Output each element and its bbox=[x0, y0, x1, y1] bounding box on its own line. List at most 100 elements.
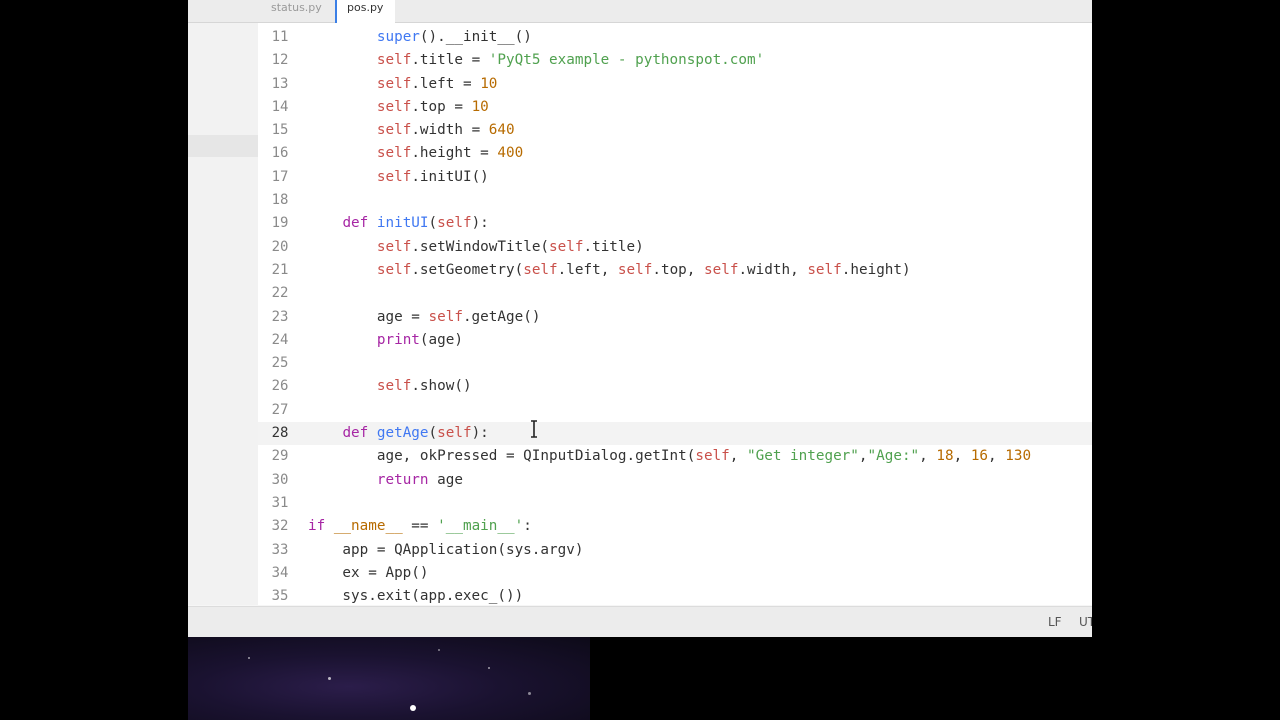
code-token: , bbox=[953, 448, 971, 465]
code-line[interactable]: 12 self.title = 'PyQt5 example - pythons… bbox=[258, 49, 1092, 72]
line-number: 12 bbox=[271, 52, 289, 69]
code-token: .width = bbox=[411, 122, 489, 139]
code-text: self.left = 10 bbox=[308, 73, 498, 96]
code-line[interactable]: 33 app = QApplication(sys.argv) bbox=[258, 539, 1092, 562]
code-token: .setGeometry( bbox=[411, 261, 524, 278]
code-token: ( bbox=[428, 215, 438, 232]
code-line[interactable]: 30 return age bbox=[258, 469, 1092, 492]
code-line[interactable]: 31 bbox=[258, 492, 1092, 515]
line-number: 20 bbox=[271, 238, 289, 255]
code-editor[interactable]: 11 super().__init__() 12 self.title = 'Py… bbox=[258, 23, 1092, 605]
code-token: 640 bbox=[488, 122, 515, 139]
line-number: 11 bbox=[271, 29, 289, 45]
code-line[interactable]: 16 self.height = 400 bbox=[258, 142, 1092, 165]
code-token: def bbox=[342, 215, 369, 232]
code-token: .left = bbox=[411, 75, 481, 92]
code-line[interactable]: 22 bbox=[258, 282, 1092, 305]
line-number: 26 bbox=[271, 378, 289, 395]
code-line[interactable]: 15 self.width = 640 bbox=[258, 119, 1092, 142]
code-line[interactable]: 25 bbox=[258, 352, 1092, 375]
code-line[interactable]: 17 self.initUI() bbox=[258, 166, 1092, 189]
line-number: 25 bbox=[271, 355, 289, 372]
code-token: self bbox=[376, 52, 412, 69]
code-token: (age) bbox=[419, 331, 463, 348]
code-token: .height) bbox=[841, 261, 911, 278]
tab-bar: status.py pos.py bbox=[188, 0, 1092, 23]
code-text: self.top = 10 bbox=[308, 96, 489, 119]
wallpaper-light bbox=[410, 705, 416, 711]
tree-view-panel[interactable] bbox=[188, 23, 258, 605]
line-number: 21 bbox=[271, 261, 289, 278]
code-line[interactable]: 21 self.setGeometry(self.left, self.top,… bbox=[258, 259, 1092, 282]
encoding-indicator[interactable]: UTF-8 bbox=[1079, 615, 1092, 629]
code-token: self bbox=[437, 215, 472, 232]
code-token: "Get integer" bbox=[747, 448, 859, 465]
line-number: 24 bbox=[271, 331, 289, 348]
code-token: , bbox=[729, 448, 747, 465]
code-token: : bbox=[523, 518, 532, 535]
code-token: self bbox=[376, 238, 412, 255]
line-number: 27 bbox=[271, 401, 289, 418]
line-number: 28 bbox=[271, 425, 289, 442]
code-token: ): bbox=[471, 425, 489, 442]
code-line[interactable]: 20 self.setWindowTitle(self.title) bbox=[258, 236, 1092, 259]
code-text: age, okPressed = QInputDialog.getInt(sel… bbox=[308, 445, 1031, 468]
code-lines: 11 super().__init__() 12 self.title = 'Py… bbox=[258, 26, 1092, 605]
code-line[interactable]: 32 if __name__ == '__main__': bbox=[258, 515, 1092, 538]
line-ending-indicator[interactable]: LF bbox=[1048, 615, 1062, 629]
code-text: self.title = 'PyQt5 example - pythonspot… bbox=[308, 49, 764, 72]
line-number: 23 bbox=[271, 308, 289, 325]
code-token: , bbox=[919, 448, 937, 465]
code-token: == bbox=[402, 518, 438, 535]
code-token: self bbox=[376, 168, 412, 185]
code-text: if __name__ == '__main__': bbox=[308, 515, 532, 538]
code-token: self bbox=[376, 75, 412, 92]
code-line[interactable]: 35 sys.exit(app.exec_()) bbox=[258, 585, 1092, 605]
code-token: .show() bbox=[411, 378, 472, 395]
code-token: self bbox=[376, 261, 412, 278]
code-line[interactable]: 13 self.left = 10 bbox=[258, 73, 1092, 96]
code-text: self.setGeometry(self.left, self.top, se… bbox=[308, 259, 911, 282]
code-line[interactable]: 29 age, okPressed = QInputDialog.getInt(… bbox=[258, 445, 1092, 468]
code-token: return bbox=[376, 471, 429, 488]
code-token: self bbox=[437, 425, 472, 442]
code-token: "Age:" bbox=[867, 448, 920, 465]
wallpaper-light bbox=[488, 667, 490, 669]
line-number: 30 bbox=[271, 471, 289, 488]
code-line[interactable]: 27 bbox=[258, 399, 1092, 422]
tree-view-selected-item[interactable] bbox=[188, 135, 258, 157]
line-number: 18 bbox=[271, 192, 289, 209]
code-text: sys.exit(app.exec_()) bbox=[308, 585, 523, 605]
code-token: .left, bbox=[557, 261, 618, 278]
code-line[interactable]: 28 def getAge(self): bbox=[258, 422, 1092, 446]
tab-pos-py[interactable]: pos.py bbox=[335, 0, 395, 23]
code-line[interactable]: 34 ex = App() bbox=[258, 562, 1092, 585]
code-token: self bbox=[376, 378, 412, 395]
code-token: , bbox=[988, 448, 1006, 465]
code-text: self.initUI() bbox=[308, 166, 489, 189]
code-line[interactable]: 24 print(age) bbox=[258, 329, 1092, 352]
line-number: 32 bbox=[271, 518, 289, 535]
code-token: ): bbox=[471, 215, 489, 232]
code-text: self.setWindowTitle(self.title) bbox=[308, 236, 644, 259]
code-line[interactable]: 26 self.show() bbox=[258, 375, 1092, 398]
code-token: .top = bbox=[411, 98, 472, 115]
code-line[interactable]: 11 super().__init__() bbox=[258, 26, 1092, 49]
code-token: 400 bbox=[497, 145, 524, 162]
code-token: .getAge() bbox=[462, 308, 541, 325]
code-token: self bbox=[428, 308, 463, 325]
code-token: super bbox=[376, 29, 420, 45]
code-line[interactable]: 18 bbox=[258, 189, 1092, 212]
code-token: .height = bbox=[411, 145, 498, 162]
code-line[interactable]: 14 self.top = 10 bbox=[258, 96, 1092, 119]
code-token: self bbox=[523, 261, 558, 278]
code-line[interactable]: 19 def initUI(self): bbox=[258, 212, 1092, 235]
code-token: self bbox=[549, 238, 584, 255]
wallpaper-light bbox=[328, 677, 331, 680]
code-line[interactable]: 23 age = self.getAge() bbox=[258, 306, 1092, 329]
tab-status-py[interactable]: status.py bbox=[258, 0, 334, 22]
